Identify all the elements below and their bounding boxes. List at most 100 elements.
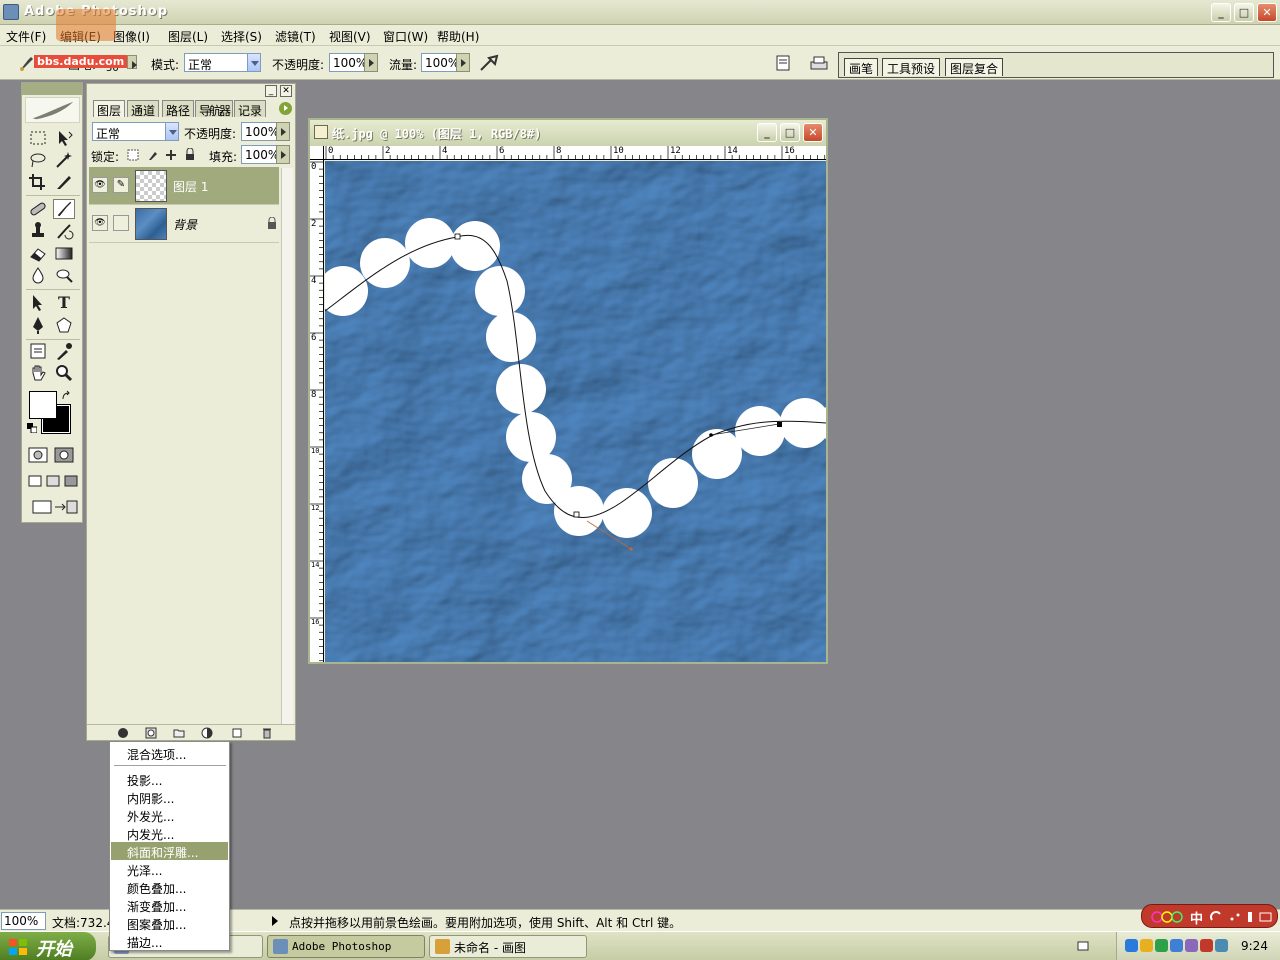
status-menu-arrow[interactable] (272, 916, 278, 926)
standard-mode-icon[interactable] (27, 445, 49, 465)
brush-tool-icon[interactable] (18, 54, 36, 72)
crop-icon[interactable] (27, 172, 49, 192)
menu-item-pattern-overlay[interactable]: 图案叠加... (111, 914, 228, 932)
menu-help[interactable]: 帮助(H) (437, 28, 479, 45)
warning-icon[interactable] (1140, 939, 1153, 952)
path-anchor-point[interactable] (454, 233, 461, 240)
zoom-icon[interactable] (53, 363, 75, 383)
menu-item-color-overlay[interactable]: 颜色叠加... (111, 878, 228, 896)
network-icon[interactable] (1155, 939, 1168, 952)
print-icon[interactable] (808, 54, 830, 72)
layer-row-background[interactable]: 👁 背景 (89, 205, 279, 243)
tab-channels[interactable]: 通道 (127, 100, 160, 118)
brush-icon[interactable] (53, 199, 75, 219)
history-brush-icon[interactable] (53, 221, 75, 241)
brush-picker-arrow[interactable] (127, 55, 137, 69)
magic-wand-icon[interactable] (53, 150, 75, 170)
image-canvas[interactable] (325, 161, 826, 662)
new-layer-icon[interactable] (231, 727, 243, 739)
doc-maximize-button[interactable]: □ (780, 123, 800, 142)
new-group-icon[interactable] (173, 727, 185, 739)
layer-row-layer1[interactable]: 👁 ✎ 图层 1 (89, 167, 279, 205)
screen-modes-icon[interactable] (25, 471, 81, 491)
menu-item-satin[interactable]: 光泽... (111, 860, 228, 878)
type-icon[interactable]: T (53, 293, 75, 313)
close-button[interactable]: ✕ (1257, 3, 1277, 22)
blend-mode-select[interactable]: 正常 (92, 122, 166, 141)
qq-icon[interactable] (1125, 939, 1138, 952)
airbrush-icon[interactable] (479, 54, 501, 72)
menu-item-inner-glow[interactable]: 内发光... (111, 824, 228, 842)
path-anchor-point[interactable] (573, 511, 580, 518)
tab-navigator[interactable]: 导航器 (195, 100, 234, 118)
show-desktop-icon[interactable] (1076, 939, 1090, 953)
ruler-origin[interactable] (310, 146, 324, 160)
doc-minimize-button[interactable]: _ (757, 123, 777, 142)
notes-icon[interactable] (27, 341, 49, 361)
shape-icon[interactable] (53, 315, 75, 335)
default-colors-icon[interactable] (27, 423, 37, 433)
document-title-bar[interactable]: 纸.jpg @ 100% (图层 1, RGB/8#) _ □ ✕ (310, 120, 826, 146)
menu-file[interactable]: 文件(F) (6, 28, 46, 45)
direction-handle[interactable] (709, 433, 713, 437)
menu-item-gradient-overlay[interactable]: 渐变叠加... (111, 896, 228, 914)
palette-close-button[interactable]: ✕ (280, 85, 292, 97)
lock-options-icon[interactable] (127, 148, 207, 162)
blend-mode-arrow[interactable] (165, 122, 179, 141)
opacity-field[interactable]: 100% (329, 53, 367, 72)
paintbrush-active-icon[interactable]: ✎ (113, 177, 129, 193)
flow-slider-arrow[interactable] (456, 53, 470, 72)
dodge-icon[interactable] (53, 265, 75, 285)
document-size[interactable]: 文档:732.4 (52, 914, 114, 931)
menu-view[interactable]: 视图(V) (329, 28, 371, 45)
layers-scrollbar[interactable] (281, 168, 293, 724)
clone-stamp-icon[interactable] (27, 221, 49, 241)
menu-edit[interactable]: 编辑(E) (60, 28, 101, 45)
menu-window[interactable]: 窗口(W) (383, 28, 428, 45)
menu-item-outer-glow[interactable]: 外发光... (111, 806, 228, 824)
quick-mask-icon[interactable] (53, 445, 75, 465)
menu-filter[interactable]: 滤镜(T) (275, 28, 316, 45)
maximize-button[interactable]: □ (1234, 3, 1254, 22)
mode-select[interactable]: 正常 (184, 53, 248, 72)
ime-chinese-mode[interactable]: 中 (1190, 908, 1203, 927)
layers-palette-grip[interactable] (87, 84, 295, 98)
blur-icon[interactable] (27, 265, 49, 285)
pen-icon[interactable] (27, 315, 49, 335)
flow-field[interactable]: 100% (421, 53, 459, 72)
well-tab-tool-presets[interactable]: 工具预设 (882, 58, 941, 76)
menu-item-bevel-emboss[interactable]: 斜面和浮雕... (111, 842, 228, 860)
layer-opacity-field[interactable]: 100% (241, 122, 279, 141)
security-icon[interactable] (1200, 939, 1213, 952)
well-tab-brushes[interactable]: 画笔 (844, 58, 879, 76)
link-empty-icon[interactable] (113, 215, 129, 231)
jump-to-imageready-icon[interactable] (25, 497, 81, 517)
tab-layers[interactable]: 图层 (93, 100, 126, 118)
well-tab-layer-comps[interactable]: 图层复合 (945, 58, 1004, 76)
path-select-icon[interactable] (27, 293, 49, 313)
opacity-slider-arrow[interactable] (364, 53, 378, 72)
eraser-icon[interactable] (27, 243, 49, 263)
volume-icon[interactable] (1215, 939, 1228, 952)
slice-icon[interactable] (53, 172, 75, 192)
gradient-icon[interactable] (53, 243, 75, 263)
swap-colors-icon[interactable] (61, 390, 73, 402)
layer-opacity-arrow[interactable] (276, 122, 290, 141)
palette-menu-arrow[interactable] (279, 102, 292, 115)
eyedropper-icon[interactable] (53, 341, 75, 361)
start-button[interactable]: 开始 (0, 932, 96, 960)
menu-layer[interactable]: 图层(L) (168, 28, 208, 45)
foreground-color-swatch[interactable] (29, 391, 57, 419)
lasso-icon[interactable] (27, 150, 49, 170)
palette-minimize-button[interactable]: _ (265, 85, 277, 97)
menu-image[interactable]: 图像(I) (113, 28, 150, 45)
fill-arrow[interactable] (276, 145, 290, 164)
horizontal-ruler[interactable]: 0 2 4 6 8 10 12 14 16 (324, 146, 826, 160)
menu-item-drop-shadow[interactable]: 投影... (111, 770, 228, 788)
eye-icon[interactable]: 👁 (92, 177, 108, 193)
ime-options-icon[interactable] (1210, 910, 1274, 924)
layer-style-icon[interactable] (117, 727, 129, 739)
ime-toolbar[interactable]: 中 (1141, 904, 1278, 928)
marquee-icon[interactable] (27, 128, 49, 148)
zoom-field[interactable]: 100% (1, 912, 46, 930)
